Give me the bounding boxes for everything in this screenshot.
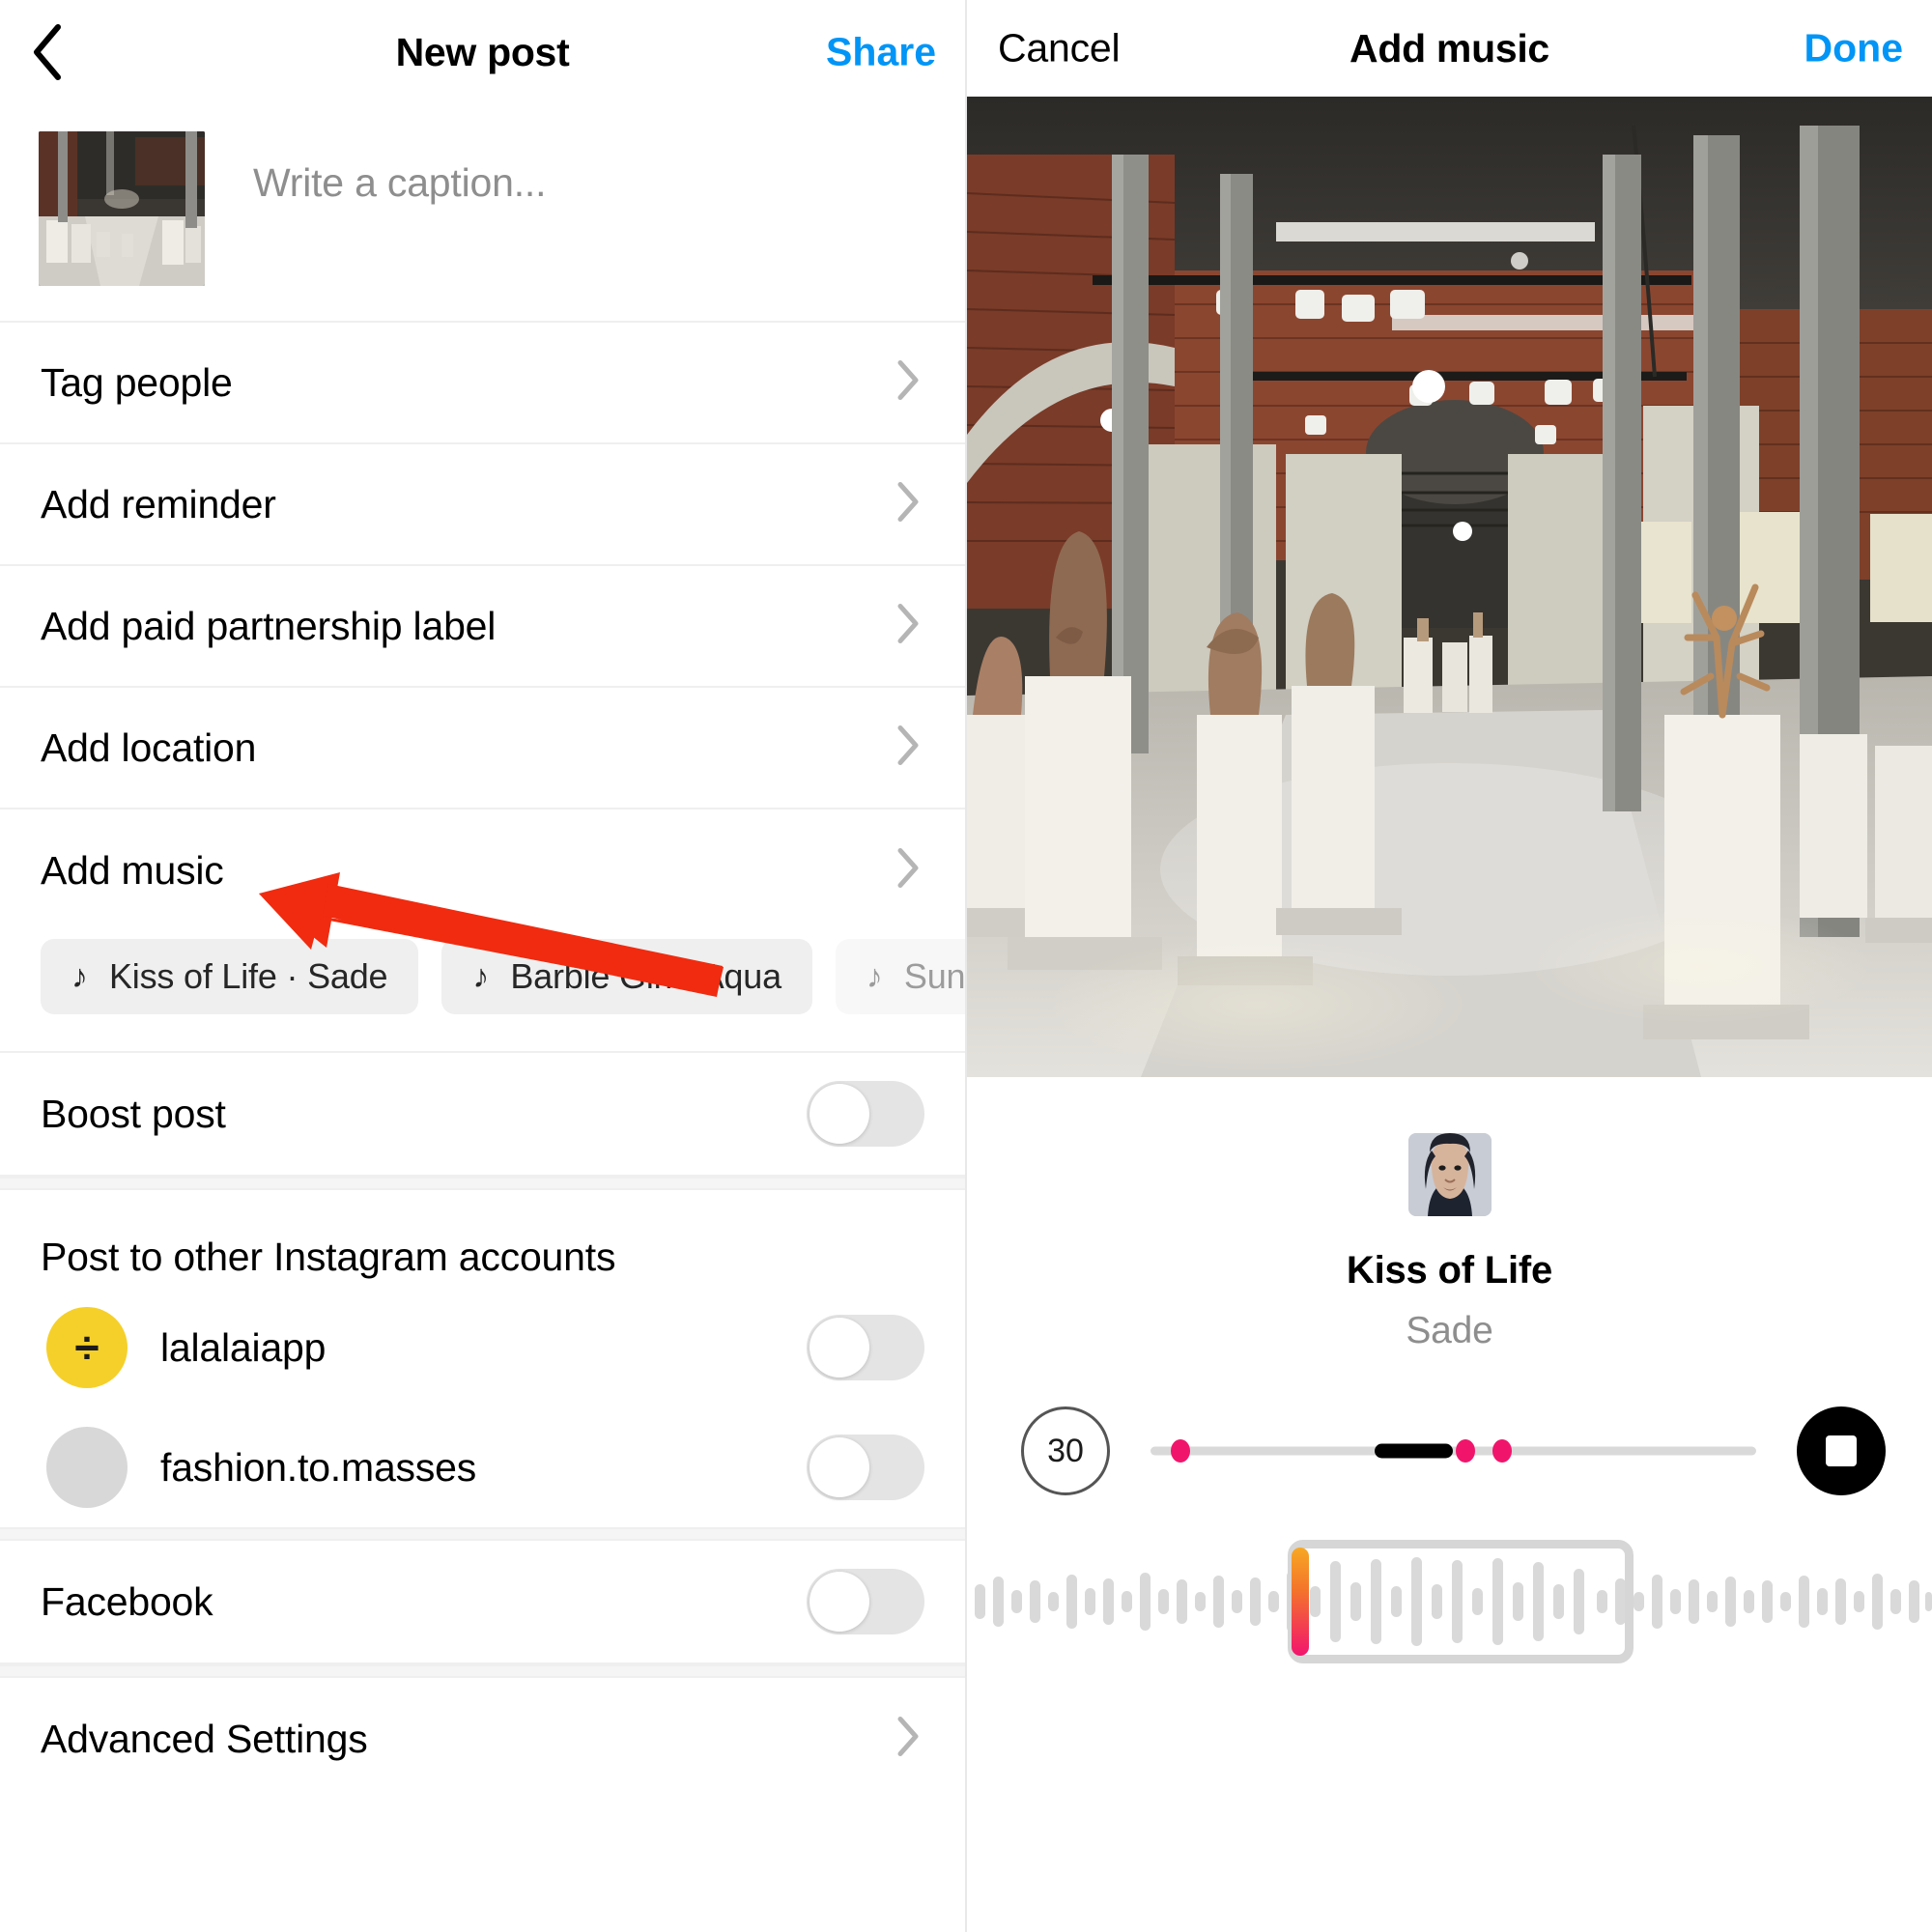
song-title: Kiss of Life	[1346, 1249, 1553, 1292]
facebook-row: Facebook	[0, 1541, 965, 1664]
waveform-playhead[interactable]	[1292, 1548, 1309, 1656]
toggle-knob	[810, 1318, 869, 1378]
page-title: New post	[395, 29, 570, 74]
toggle-knob	[810, 1084, 869, 1144]
division-sign-avatar-icon: ÷	[46, 1307, 128, 1388]
account-toggle-fashion-to-masses[interactable]	[807, 1435, 924, 1500]
account-row-lalalaiapp: ÷ lalalaiapp	[0, 1288, 965, 1407]
account-row-fashion-to-masses: fashion.to.masses	[0, 1407, 965, 1527]
caption-input[interactable]: Write a caption...	[253, 160, 546, 206]
track-selected-segment	[1374, 1443, 1454, 1459]
music-track-slider[interactable]	[1151, 1406, 1756, 1495]
track-marker[interactable]	[1171, 1439, 1191, 1463]
chevron-right-icon	[895, 481, 921, 528]
song-artist: Sade	[1406, 1310, 1493, 1351]
add-music-navbar: Cancel Add music Done	[967, 0, 1932, 97]
track-marker[interactable]	[1456, 1439, 1476, 1463]
boost-post-label: Boost post	[41, 1091, 226, 1136]
music-chip-label: Kiss of Life · Sade	[109, 956, 388, 996]
music-chip-label: Sun	[903, 956, 965, 996]
screenshot-root: New post Share Write a caption... Tag pe…	[0, 0, 1932, 1932]
menu-item-add-location[interactable]: Add location	[0, 688, 965, 810]
waveform-area[interactable]	[967, 1536, 1932, 1667]
menu-item-add-music[interactable]: Add music	[0, 810, 965, 931]
section-divider	[0, 1527, 965, 1541]
track-line	[1151, 1446, 1756, 1456]
new-post-navbar: New post Share	[0, 0, 965, 104]
waveform-selection-window[interactable]	[1288, 1540, 1634, 1663]
music-note-icon: ♪	[472, 958, 490, 995]
menu-item-label: Add reminder	[41, 481, 276, 526]
other-accounts-heading: Post to other Instagram accounts	[41, 1235, 616, 1279]
facebook-label: Facebook	[41, 1578, 213, 1624]
section-divider	[0, 1664, 965, 1678]
scrubber-row: 30	[967, 1406, 1932, 1495]
music-chip[interactable]: ♪ Barbie Girl · Aqua	[441, 939, 812, 1014]
duration-badge[interactable]: 30	[1021, 1406, 1110, 1495]
division-glyph: ÷	[74, 1322, 99, 1373]
menu-item-label: Add paid partnership label	[41, 603, 497, 648]
menu-item-label: Tag people	[41, 359, 233, 405]
album-art	[1407, 1133, 1492, 1216]
toggle-knob	[810, 1437, 869, 1497]
chevron-right-icon	[895, 724, 921, 772]
add-music-panel: Cancel Add music Done Kiss of Life Sade …	[967, 0, 1932, 1932]
music-suggestion-chips: ♪ Kiss of Life · Sade ♪ Barbie Girl · Aq…	[0, 931, 965, 1053]
menu-item-add-reminder[interactable]: Add reminder	[0, 444, 965, 566]
music-chip[interactable]: ♪ Kiss of Life · Sade	[41, 939, 419, 1014]
media-preview[interactable]	[967, 97, 1932, 1077]
menu-item-label: Add music	[41, 847, 224, 893]
facebook-toggle[interactable]	[807, 1569, 924, 1634]
music-note-icon: ♪	[71, 958, 88, 995]
account-name: lalalaiapp	[160, 1324, 327, 1370]
post-thumbnail[interactable]	[39, 131, 205, 286]
track-marker[interactable]	[1492, 1439, 1512, 1463]
blank-avatar-icon	[46, 1427, 128, 1508]
boost-post-toggle[interactable]	[807, 1081, 924, 1147]
account-name: fashion.to.masses	[160, 1444, 477, 1490]
menu-item-advanced-settings[interactable]: Advanced Settings	[0, 1678, 965, 1800]
music-chip-label: Barbie Girl · Aqua	[510, 956, 781, 996]
chevron-right-icon	[895, 359, 921, 407]
menu-item-label: Add location	[41, 724, 257, 770]
section-divider	[0, 1177, 965, 1190]
menu-item-paid-partnership[interactable]: Add paid partnership label	[0, 566, 965, 688]
boost-post-row: Boost post	[0, 1053, 965, 1177]
add-music-title: Add music	[1350, 25, 1549, 71]
menu-item-label: Advanced Settings	[41, 1716, 368, 1761]
chevron-right-icon	[895, 847, 921, 895]
caption-row[interactable]: Write a caption...	[0, 104, 965, 323]
done-button[interactable]: Done	[1804, 26, 1904, 71]
music-player: Kiss of Life Sade 30	[967, 1077, 1932, 1667]
chevron-right-icon	[895, 603, 921, 650]
menu-item-tag-people[interactable]: Tag people	[0, 323, 965, 444]
share-button[interactable]: Share	[826, 30, 936, 75]
music-note-icon: ♪	[866, 958, 883, 995]
stop-square-button[interactable]	[1797, 1406, 1886, 1495]
stop-square-icon	[1826, 1435, 1857, 1466]
toggle-knob	[810, 1572, 869, 1632]
new-post-panel: New post Share Write a caption... Tag pe…	[0, 0, 967, 1932]
account-toggle-lalalaiapp[interactable]	[807, 1315, 924, 1380]
chevron-right-icon	[895, 1716, 921, 1763]
music-chip[interactable]: ♪ Sun	[835, 939, 965, 1014]
